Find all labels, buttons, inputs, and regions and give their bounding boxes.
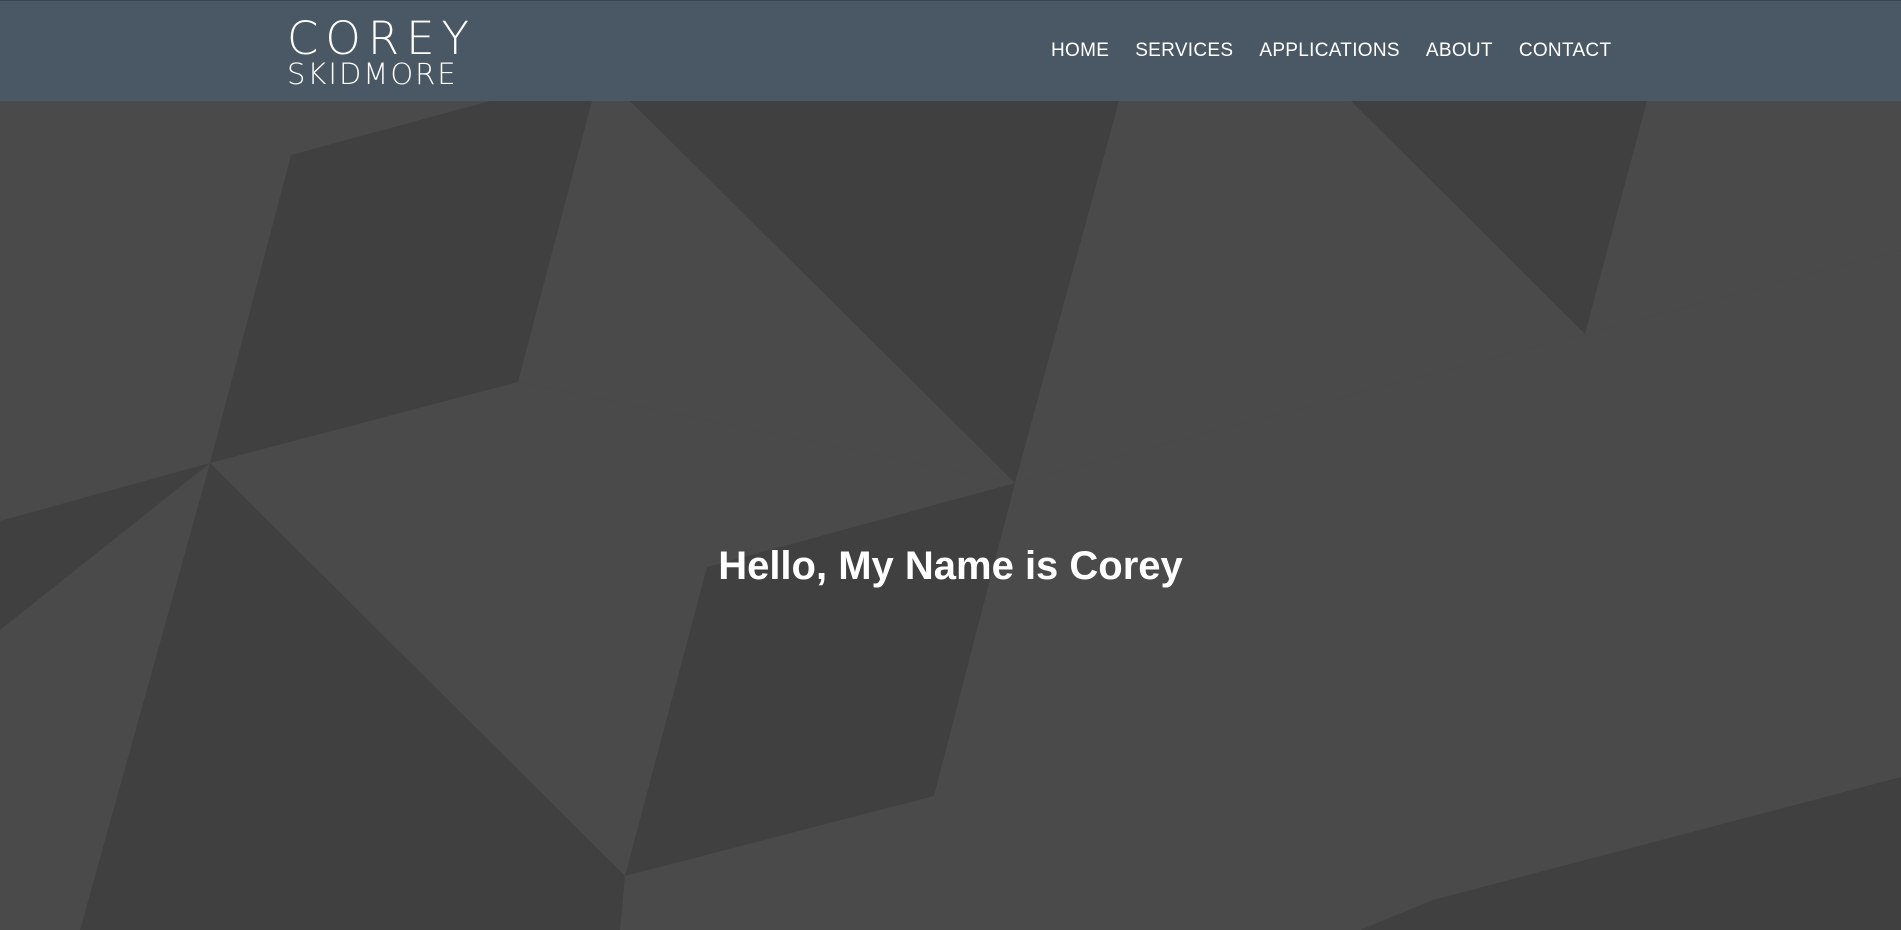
- nav-home[interactable]: HOME: [1051, 39, 1109, 63]
- page: COREY SKIDMORE HOME SERVICES APPLICATION…: [0, 0, 1901, 930]
- hero-section: Hello, My Name is Corey: [0, 101, 1901, 930]
- main-nav: HOME SERVICES APPLICATIONS ABOUT CONTACT: [1051, 39, 1637, 63]
- logo-first-name: COREY: [287, 12, 477, 65]
- nav-applications[interactable]: APPLICATIONS: [1259, 39, 1400, 63]
- nav-contact[interactable]: CONTACT: [1519, 39, 1612, 63]
- nav-services[interactable]: SERVICES: [1135, 39, 1233, 63]
- hero-heading: Hello, My Name is Corey: [718, 544, 1183, 588]
- site-header: COREY SKIDMORE HOME SERVICES APPLICATION…: [0, 0, 1901, 101]
- site-logo[interactable]: COREY SKIDMORE: [287, 12, 477, 91]
- logo-last-name: SKIDMORE: [287, 57, 458, 91]
- hero-background-pattern: [0, 101, 1901, 930]
- nav-about[interactable]: ABOUT: [1426, 39, 1493, 63]
